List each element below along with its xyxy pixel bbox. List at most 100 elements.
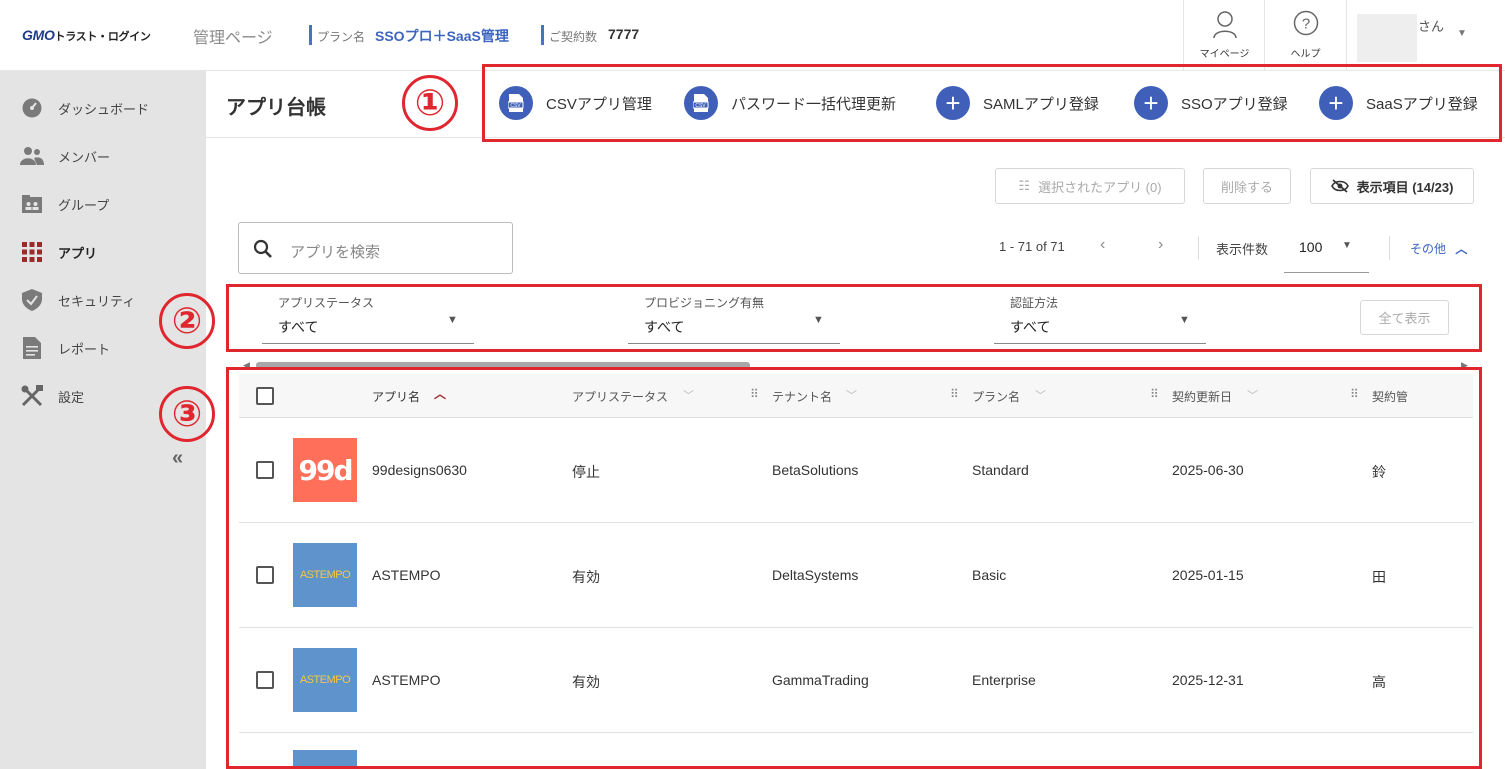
settings-tools-icon	[20, 384, 44, 408]
sidebar-item-apps[interactable]: アプリ	[20, 240, 200, 264]
sidebar-item-label: アプリ	[58, 245, 98, 261]
action-label: CSVアプリ管理	[546, 95, 652, 113]
more-toggle[interactable]: その他 ︿	[1410, 240, 1467, 257]
dashboard-icon	[20, 96, 44, 120]
contract-value: 7777	[608, 26, 640, 42]
filter-underline	[994, 343, 1206, 344]
delete-label: 削除する	[1220, 179, 1273, 195]
selected-apps-button[interactable]: ☷ 選択されたアプリ (0)	[995, 168, 1185, 204]
chevron-down-icon[interactable]: ▼	[1457, 28, 1467, 39]
annotation-marker-1: ①	[402, 75, 458, 131]
search-icon	[253, 239, 272, 258]
chevron-left-icon[interactable]: ‹	[1100, 236, 1105, 254]
sidebar-item-dashboard[interactable]: ダッシュボード	[20, 96, 200, 120]
display-items-button[interactable]: 表示項目 (14/23)	[1310, 168, 1474, 204]
sidebar-item-label: 設定	[58, 389, 85, 405]
avatar	[1357, 14, 1417, 62]
selected-apps-label: 選択されたアプリ (0)	[1038, 179, 1162, 195]
plus-icon: +	[936, 86, 970, 120]
caret-down-icon[interactable]: ▼	[447, 314, 458, 326]
sidebar-item-group[interactable]: グループ	[20, 192, 200, 216]
help-icon: ?	[1293, 10, 1319, 36]
top-header: GMOトラスト・ログイン 管理ページ プラン名 SSOプロ＋SaaS管理 ご契約…	[0, 0, 1505, 71]
filter-select-app-status[interactable]: すべて	[278, 317, 318, 337]
filter-underline	[262, 343, 474, 344]
plus-icon: +	[1319, 86, 1353, 120]
checklist-icon: ☷	[1018, 178, 1031, 193]
brand-logo[interactable]: GMOトラスト・ログイン	[22, 27, 151, 44]
plus-icon: +	[1134, 86, 1168, 120]
svg-text:CSV: CSV	[510, 103, 521, 109]
per-page-select[interactable]: 100 ▼	[1284, 230, 1369, 273]
filter-select-provisioning[interactable]: すべて	[644, 317, 684, 337]
annotation-marker-3: ③	[159, 386, 215, 442]
password-bulk-update-button[interactable]: CSV パスワード一括代理更新	[684, 86, 896, 120]
sso-app-register-button[interactable]: + SSOアプリ登録	[1134, 86, 1288, 120]
action-label: SaaSアプリ登録	[1366, 95, 1478, 113]
caret-down-icon: ▼	[1342, 240, 1352, 251]
delete-button[interactable]: 削除する	[1203, 168, 1291, 204]
mypage-button[interactable]: マイページ	[1183, 0, 1265, 71]
help-label: ヘルプ	[1290, 49, 1321, 60]
show-all-button[interactable]: 全て表示	[1360, 300, 1449, 335]
filter-select-auth-method[interactable]: すべて	[1010, 317, 1050, 337]
search-placeholder: アプリを検索	[290, 244, 381, 261]
group-icon	[20, 192, 44, 216]
filter-label-provisioning: プロビジョニング有無	[644, 296, 765, 310]
members-icon	[20, 144, 44, 168]
filter-label-auth-method: 認証方法	[1010, 296, 1059, 310]
search-input[interactable]: アプリを検索	[238, 222, 513, 274]
csv-icon: CSV	[684, 86, 718, 120]
pagination-range: 1 - 71 of 71	[999, 239, 1065, 254]
per-page-value: 100	[1299, 239, 1323, 255]
shield-icon	[20, 288, 44, 312]
mypage-label: マイページ	[1199, 49, 1250, 60]
caret-down-icon[interactable]: ▼	[813, 314, 824, 326]
saml-app-register-button[interactable]: + SAMLアプリ登録	[936, 86, 1099, 120]
display-items-label: 表示項目 (14/23)	[1356, 179, 1454, 195]
sidebar-item-label: メンバー	[58, 149, 111, 165]
filter-label-app-status: アプリステータス	[278, 296, 375, 310]
csv-icon: CSV	[499, 86, 533, 120]
chevron-right-icon[interactable]: ›	[1158, 236, 1163, 254]
divider	[1198, 236, 1199, 260]
sidebar-collapse-icon[interactable]: «	[172, 447, 183, 470]
show-all-label: 全て表示	[1378, 311, 1431, 326]
plan-label: プラン名	[317, 30, 366, 44]
sidebar-item-label: グループ	[58, 197, 110, 213]
divider	[541, 25, 544, 45]
contract-label: ご契約数	[549, 30, 598, 44]
annotation-marker-2: ②	[159, 293, 215, 349]
logo-sub: トラスト・ログイン	[54, 31, 151, 43]
sidebar-item-label: ダッシュボード	[58, 101, 150, 117]
logo-gmo: GMO	[22, 27, 55, 43]
eye-off-icon	[1330, 179, 1349, 193]
sidebar-item-label: レポート	[58, 341, 111, 357]
divider	[1389, 236, 1390, 260]
user-suffix: さん	[1418, 19, 1445, 34]
report-icon	[20, 336, 44, 360]
divider	[309, 25, 312, 45]
action-label: パスワード一括代理更新	[731, 95, 897, 113]
annotation-box-table	[226, 367, 1482, 769]
plan-value: SSOプロ＋SaaS管理	[375, 28, 509, 44]
svg-text:CSV: CSV	[695, 103, 706, 109]
filter-underline	[628, 343, 840, 344]
sidebar-item-label: セキュリティ	[58, 293, 136, 309]
csv-app-manage-button[interactable]: CSV CSVアプリ管理	[499, 86, 652, 120]
apps-grid-icon	[20, 240, 44, 264]
svg-text:?: ?	[1302, 16, 1310, 33]
saas-app-register-button[interactable]: + SaaSアプリ登録	[1319, 86, 1478, 120]
admin-page-label: 管理ページ	[193, 30, 273, 47]
per-page-label: 表示件数	[1216, 242, 1269, 257]
annotation-box-filters	[226, 284, 1482, 352]
user-icon	[1213, 11, 1237, 39]
chevron-up-icon: ︿	[1455, 242, 1468, 256]
page-title: アプリ台帳	[226, 97, 326, 119]
action-label: SAMLアプリ登録	[983, 95, 1099, 113]
help-button[interactable]: ? ヘルプ	[1264, 0, 1346, 71]
caret-down-icon[interactable]: ▼	[1179, 314, 1190, 326]
action-label: SSOアプリ登録	[1181, 95, 1288, 113]
sidebar-item-members[interactable]: メンバー	[20, 144, 200, 168]
more-label: その他	[1410, 242, 1447, 256]
